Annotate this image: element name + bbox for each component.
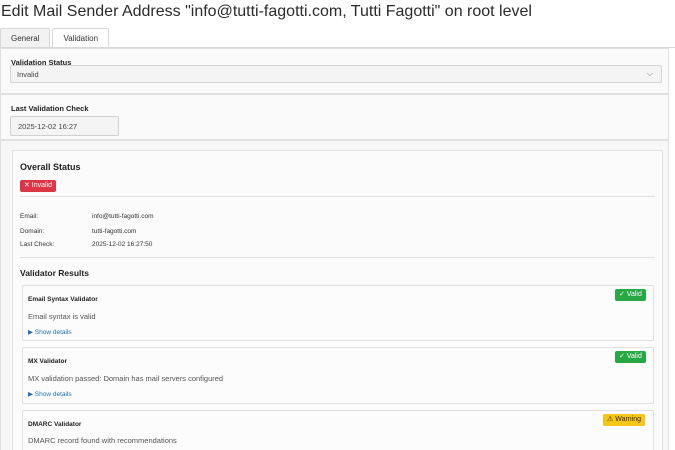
domain-value: tutti-fagotti.com <box>92 228 137 235</box>
validator-card <box>22 285 654 341</box>
page-title: Edit Mail Sender Address "info@tutti-fag… <box>1 3 532 20</box>
divider <box>20 196 655 197</box>
validator-message: DMARC record found with recommendations <box>28 436 177 445</box>
overall-status-heading: Overall Status <box>20 162 81 172</box>
email-label: Email: <box>20 213 39 220</box>
validator-name: Email Syntax Validator <box>28 296 98 303</box>
status-badge-invalid: ✕ Invalid <box>20 180 57 192</box>
validation-status-select[interactable]: Invalid ⌵ <box>10 65 662 83</box>
status-badge-valid: ✓ Valid <box>615 351 646 363</box>
validator-results-heading: Validator Results <box>20 268 89 278</box>
tab-general[interactable]: General <box>0 28 51 48</box>
show-details-link[interactable]: ▶ Show details <box>28 328 72 336</box>
status-badge-valid: ✓ Valid <box>615 289 646 301</box>
last-check-label-2: Last Check: <box>20 241 55 248</box>
tab-bar: General Validation <box>0 28 111 48</box>
validation-status-value: Invalid <box>17 70 39 79</box>
email-value: info@tutti-fagotti.com <box>92 213 154 220</box>
divider <box>20 257 655 258</box>
show-details-link[interactable]: ▶ Show details <box>28 390 72 398</box>
domain-label: Domain: <box>20 228 45 235</box>
validator-message: MX validation passed: Domain has mail se… <box>28 374 224 383</box>
last-check-value-2: 2025-12-02 16:27:50 <box>92 241 153 248</box>
validator-name: MX Validator <box>28 358 68 365</box>
tab-validation[interactable]: Validation <box>52 28 110 48</box>
last-check-value: 2025-12-02 16:27 <box>18 122 78 131</box>
validator-message: Email syntax is valid <box>28 312 96 321</box>
last-check-field[interactable]: 2025-12-02 16:27 <box>10 116 119 136</box>
validator-name: DMARC Validator <box>28 421 82 428</box>
last-check-label: Last Validation Check <box>11 104 89 113</box>
chevron-down-icon: ⌵ <box>646 69 653 78</box>
status-badge-warning: ⚠ Warning <box>603 414 646 426</box>
